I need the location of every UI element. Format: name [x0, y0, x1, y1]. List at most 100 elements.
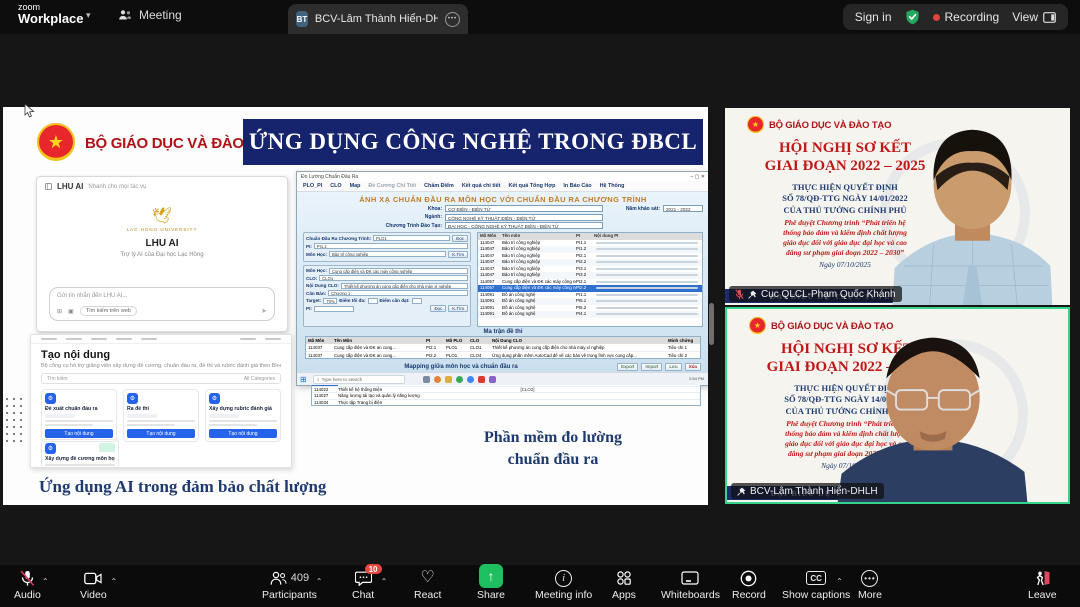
- canban-input[interactable]: Chương 1: [328, 290, 468, 296]
- participants-button[interactable]: 409 ⌃ Participants: [262, 569, 317, 601]
- video-tile-participant2-active[interactable]: ★ BỘ GIÁO DỤC VÀ ĐÀO TẠO HỘI NGHỊ SƠ KẾT…: [725, 307, 1070, 504]
- web-search-button[interactable]: Tìm kiếm trên web: [80, 306, 137, 316]
- chrome-icon[interactable]: [467, 376, 474, 383]
- participant2-person: [815, 322, 1050, 502]
- diemcandat-input[interactable]: [412, 298, 422, 304]
- card-tag: [209, 414, 239, 418]
- table-row[interactable]: 114034Thực tập Trang bị điện: [312, 399, 700, 405]
- audio-options-chevron[interactable]: ⌃: [42, 577, 49, 586]
- plo-select[interactable]: PLO1: [373, 235, 450, 241]
- gear-icon: ⚙: [45, 443, 56, 454]
- create-content-button[interactable]: Tạo nội dung: [45, 429, 113, 438]
- menu-item[interactable]: Chấm Điểm: [424, 183, 454, 189]
- create-content-button[interactable]: Tạo nội dung: [209, 429, 277, 438]
- tab-meeting[interactable]: Meeting: [118, 8, 182, 22]
- search-button[interactable]: K.Tìm: [448, 305, 468, 312]
- creator-search-input[interactable]: Tìm kiếm All Categories: [41, 373, 281, 384]
- noidung-label: Nội Dung CLO:: [306, 283, 341, 288]
- apps-button[interactable]: Apps: [612, 569, 636, 601]
- record-button[interactable]: Record: [732, 569, 766, 601]
- menu-item[interactable]: Đề Cương Chi Tiết: [368, 183, 416, 189]
- share-scrollbar-thumb[interactable]: [709, 303, 714, 345]
- diemtoida-input[interactable]: [368, 298, 378, 304]
- chat-button[interactable]: 10 ⌃ Chat: [352, 569, 374, 601]
- lhu-chat-input[interactable]: Gửi tin nhắn đến LHU AI... ⊞ ▣ Tìm kiếm …: [49, 287, 275, 321]
- react-button[interactable]: ♡ React: [414, 569, 441, 601]
- menu-item[interactable]: Kết quả Tổng Hợp: [508, 183, 555, 189]
- recording-label: Recording: [945, 10, 1000, 24]
- pi-select[interactable]: PI1.1: [314, 243, 468, 249]
- audio-button[interactable]: ⌃ Audio: [14, 569, 41, 601]
- taskbar-clock[interactable]: 2:54 PM: [689, 377, 706, 382]
- table-row[interactable]: 114037Cung cấp điện và ĐK an cung...PI2.…: [306, 351, 700, 358]
- table-row[interactable]: 114027Năng lượng tái tạo và quản lý năng…: [312, 392, 700, 398]
- creator-card[interactable]: ⚙ Ra đề thi Tạo nội dung: [123, 389, 199, 442]
- filter-dropdown[interactable]: All Categories: [244, 376, 275, 382]
- recording-dot-icon: [933, 14, 940, 21]
- windows-search-input[interactable]: ⌕Type here to search: [313, 375, 405, 384]
- video-options-chevron[interactable]: ⌃: [110, 577, 117, 586]
- creator-card[interactable]: ⚙ Đề xuất chuẩn đầu ra Tạo nội dung: [41, 389, 117, 442]
- creator-card[interactable]: ⚙ Xây dựng đề cương môn học: [41, 439, 119, 468]
- year-select[interactable]: 2021 - 2022: [663, 205, 703, 212]
- target-input[interactable]: 70%: [323, 298, 337, 304]
- video-tile-participant1[interactable]: ★ BỘ GIÁO DỤC VÀ ĐÀO TẠO HỘI NGHỊ SƠ KẾT…: [725, 108, 1070, 305]
- menu-item[interactable]: CLO: [330, 183, 341, 189]
- creator-cards-row: ⚙ Đề xuất chuẩn đầu ra Tạo nội dung ⚙ Ra…: [41, 389, 281, 442]
- app-window-title: Đo Lường Chuẩn Đầu Ra: [301, 174, 358, 180]
- vietnam-emblem-icon: ★: [749, 317, 766, 334]
- creator-card[interactable]: ⚙ Xây dựng rubric đánh giá Tạo nội dung: [205, 389, 281, 442]
- video-button[interactable]: ⌃ Video: [80, 569, 107, 601]
- pi2-input[interactable]: [314, 306, 354, 312]
- table-row[interactable]: 114091 Đồ án công nghệ PI4.1: [478, 311, 702, 318]
- more-button[interactable]: ••• More: [858, 569, 882, 601]
- sign-in-button[interactable]: Sign in: [855, 10, 892, 24]
- tab-shared-screen[interactable]: BT BCV-Lâm Thành Hiển-DHLH's scr •••: [288, 4, 468, 34]
- menu-item[interactable]: Kết quả chi tiết: [462, 183, 501, 189]
- captions-button[interactable]: CC ⌃ Show captions: [782, 569, 850, 601]
- read-button[interactable]: Đọc: [430, 305, 446, 312]
- mouse-cursor-icon: [24, 104, 36, 118]
- tab-options-icon[interactable]: •••: [445, 12, 460, 27]
- send-icon[interactable]: ➤: [261, 307, 267, 315]
- table-row[interactable]: 114037Cung cấp điện và ĐK an cung...PI2.…: [306, 344, 700, 351]
- image-icon[interactable]: ▣: [68, 308, 74, 315]
- create-content-button[interactable]: Tạo nội dung: [127, 429, 195, 438]
- meeting-info-button[interactable]: i Meeting info: [535, 569, 592, 601]
- clo-select[interactable]: CLO1: [319, 275, 468, 281]
- app-icon[interactable]: [456, 376, 463, 383]
- monhoc-select[interactable]: Bảo trì công nghiệp: [329, 251, 446, 257]
- menu-item[interactable]: PLO_PI: [303, 183, 322, 189]
- participants-chevron[interactable]: ⌃: [316, 577, 323, 586]
- nganh-select[interactable]: CÔNG NGHỆ KỸ THUẬT ĐIỆN - ĐIỆN TỬ: [445, 214, 603, 221]
- menu-item[interactable]: Hệ Thống: [600, 183, 625, 189]
- read-button[interactable]: Đọc: [452, 235, 468, 242]
- khoa-select[interactable]: CƠ ĐIỆN - ĐIỆN TỬ: [445, 205, 603, 212]
- share-button[interactable]: ↑ Share: [477, 569, 505, 601]
- window-controls[interactable]: – ▢ ✕: [691, 174, 705, 180]
- menu-item[interactable]: Map: [350, 183, 361, 189]
- app-icon[interactable]: [478, 376, 485, 383]
- participant1-person: [875, 120, 1070, 305]
- chevron-down-icon[interactable]: ▾: [86, 10, 91, 21]
- recording-indicator[interactable]: Recording: [933, 10, 1000, 24]
- leave-door-icon: [1034, 570, 1051, 586]
- leave-button[interactable]: Leave: [1028, 569, 1057, 601]
- chat-chevron[interactable]: ⌃: [381, 577, 388, 586]
- view-button[interactable]: View: [1012, 10, 1056, 24]
- search-button[interactable]: K.Tìm: [448, 251, 468, 258]
- table-row[interactable]: 114022Thiết kế hệ thống Điện[CLO2]: [312, 386, 700, 392]
- whiteboards-button[interactable]: Whiteboards: [661, 569, 720, 601]
- app-icon[interactable]: [434, 376, 441, 383]
- app-icon[interactable]: [445, 376, 452, 383]
- meeting-main-area: ★ BỘ GIÁO DỤC VÀ ĐÀO TẠO ỨNG DỤNG CÔNG N…: [0, 34, 1080, 565]
- ctdt-select[interactable]: ĐẠI HỌC - CÔNG NGHỆ KỸ THUẬT ĐIỆN - ĐIỆN…: [445, 222, 603, 229]
- attach-icon[interactable]: ⊞: [57, 308, 62, 315]
- app-icon[interactable]: [423, 376, 430, 383]
- security-shield-icon[interactable]: [905, 9, 920, 25]
- captions-chevron[interactable]: ⌃: [836, 577, 843, 586]
- menu-item[interactable]: In Báo Cáo: [563, 183, 591, 189]
- windows-start-icon[interactable]: ⊞: [300, 375, 309, 384]
- noidung-input[interactable]: Thiết kế phương án cung cấp điện cho nhà…: [341, 283, 468, 289]
- app-icon[interactable]: [489, 376, 496, 383]
